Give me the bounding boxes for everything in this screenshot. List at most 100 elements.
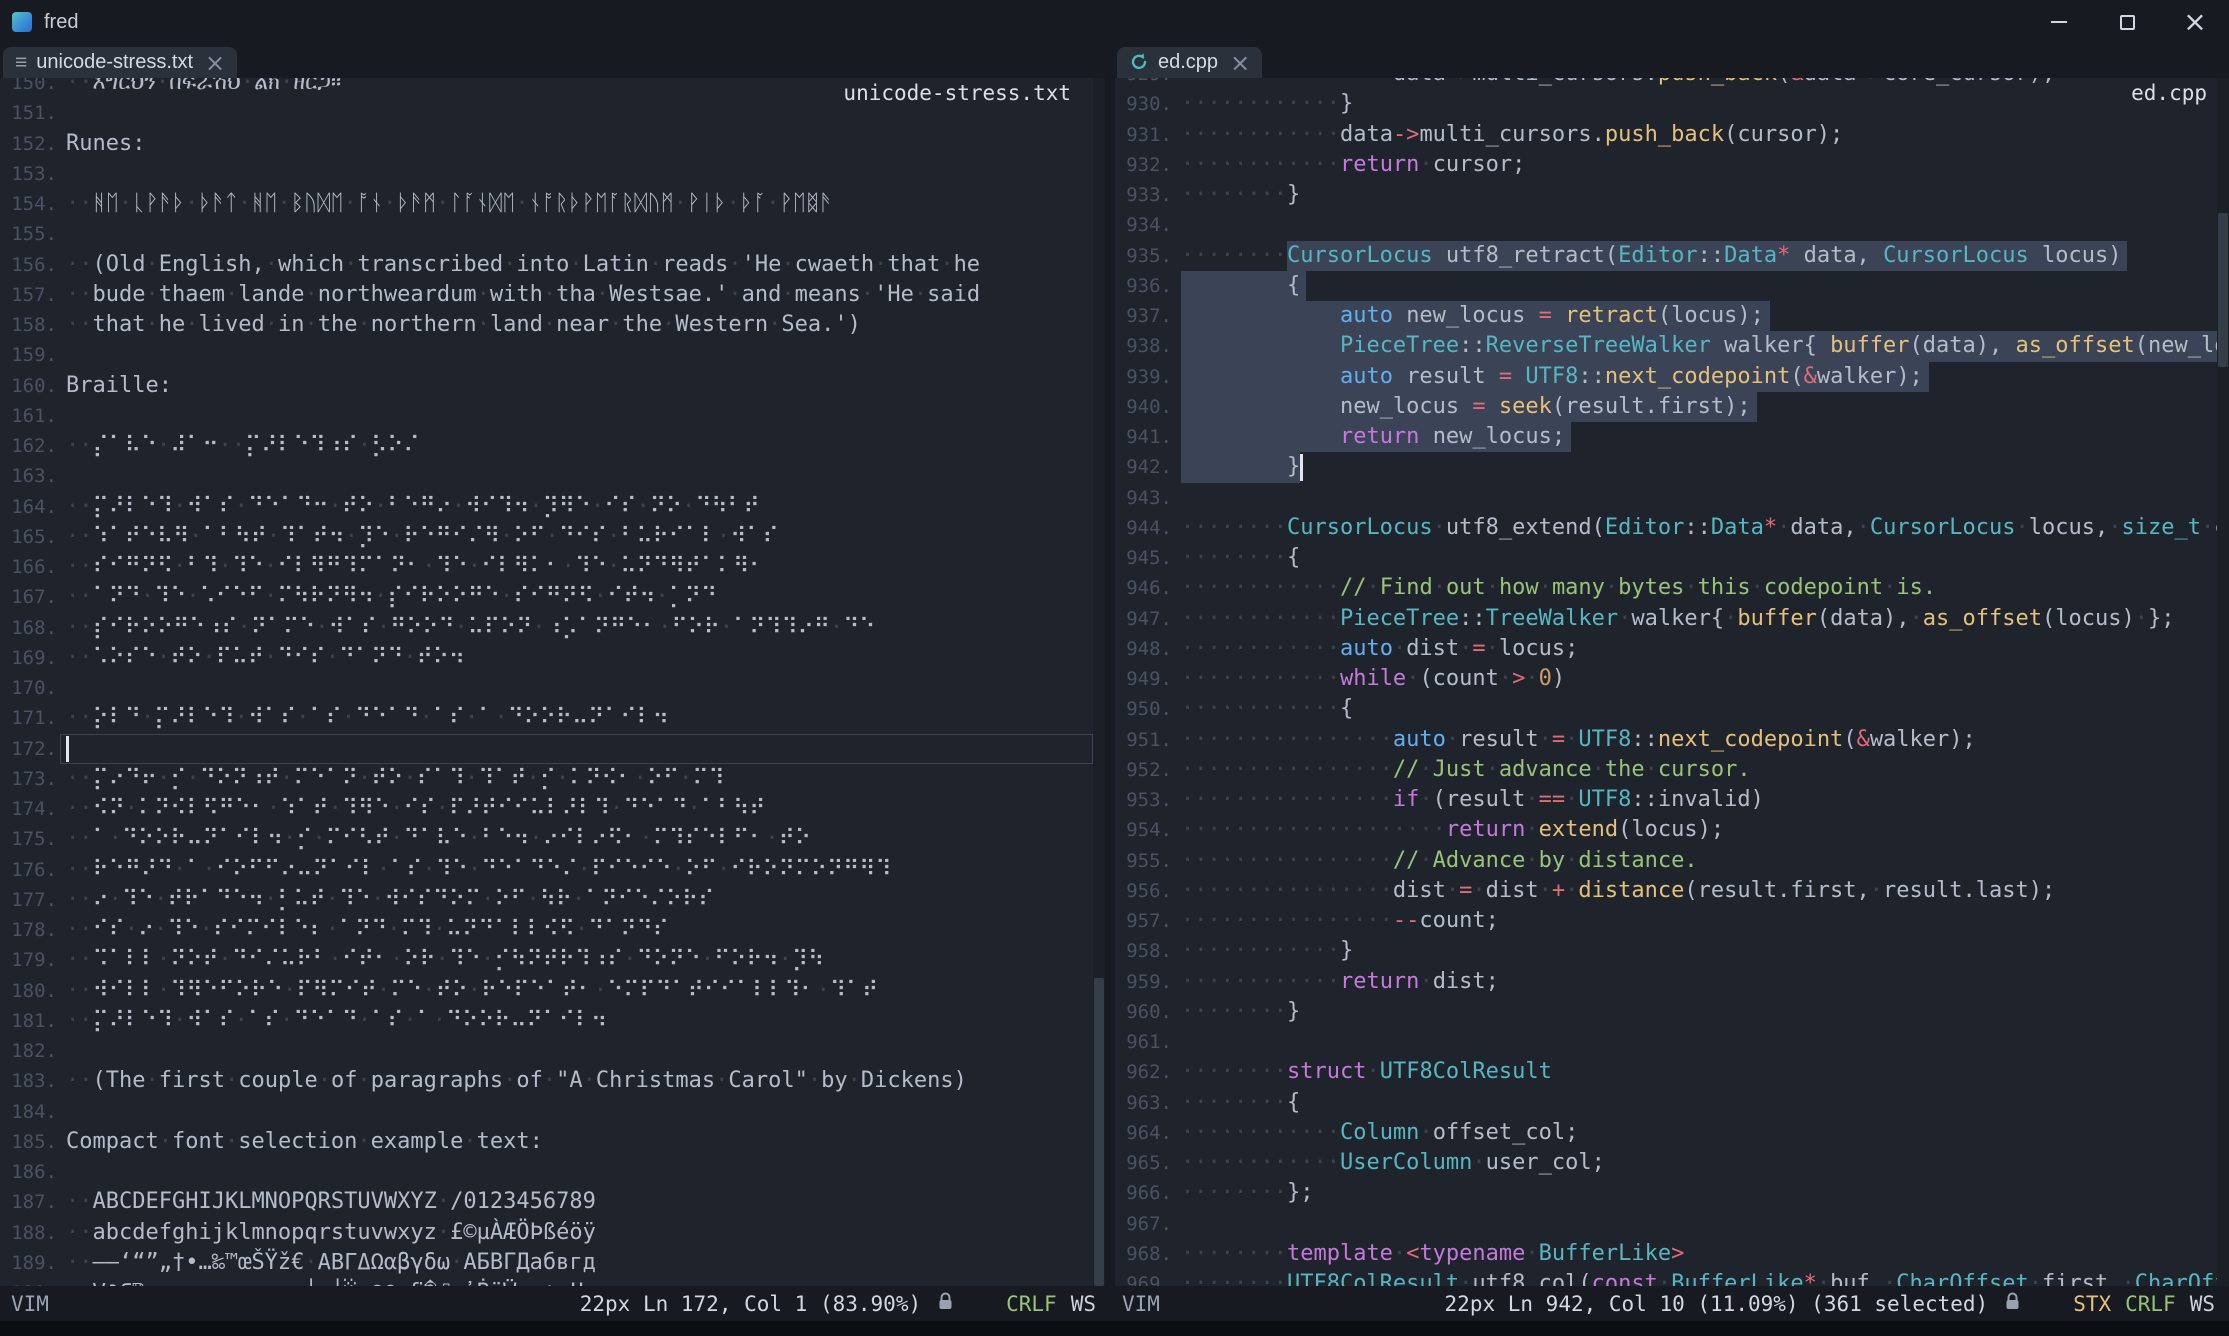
editor-line[interactable]: 152.Runes: [0, 129, 1105, 159]
tab-close-icon[interactable]: × [205, 51, 225, 75]
editor-line[interactable]: 942.········} [1115, 452, 2229, 482]
editor-line[interactable]: 188.··abcdefghijklmnopqrstuvwxyz·£©µÀÆÖÞ… [0, 1218, 1105, 1248]
editor-line[interactable]: 952.················//·Just·advance·the·… [1115, 755, 2229, 785]
editor-line[interactable]: 967. [1115, 1209, 2229, 1239]
editor-line[interactable]: 187.··ABCDEFGHIJKLMNOPQRSTUVWXYZ·/012345… [0, 1187, 1105, 1217]
editor-line[interactable]: 968.········template·<typename·BufferLik… [1115, 1239, 2229, 1269]
lock-icon[interactable] [2004, 1291, 2021, 1316]
editor-line[interactable]: 167.··⠁⠝⠙·⠹⠑·⠡⠊⠑⠋·⠍⠳⠗⠝⠻⠲·⡎⠊⠗⠕⠕⠛⠑·⠎⠊⠛⠝⠫·⠊… [0, 582, 1105, 612]
editor-line[interactable]: 161. [0, 401, 1105, 431]
minimize-button[interactable] [2025, 0, 2093, 44]
scrollbar-thumb[interactable] [1094, 978, 1104, 1286]
editor-line[interactable]: 963.········{ [1115, 1088, 2229, 1118]
editor-line[interactable]: 945.········{ [1115, 543, 2229, 573]
editor-line[interactable]: 960.········} [1115, 997, 2229, 1027]
scrollbar-thumb[interactable] [2218, 213, 2228, 367]
editor-line[interactable]: 189.··–—‘“”„†•…‰™œŠŸž€·ΑΒΓΔΩαβγδω·АБВГДа… [0, 1248, 1105, 1278]
scrollbar[interactable] [1093, 78, 1105, 1286]
eol-flag-crlf[interactable]: CRLF [2125, 1292, 2176, 1316]
editor-line[interactable]: 943. [1115, 483, 2229, 513]
editor-line[interactable]: 959.············return·dist; [1115, 967, 2229, 997]
lock-icon[interactable] [937, 1291, 954, 1316]
editor-line[interactable]: 169.··⠡⠕⠎⠑·⠞⠕·⠏⠥⠞·⠙⠊⠎·⠙⠁⠝⠙·⠞⠕⠲ [0, 643, 1105, 673]
editor-line[interactable]: 944.········CursorLocus·utf8_extend(Edit… [1115, 513, 2229, 543]
editor-line[interactable]: 939.············auto·result·=·UTF8::next… [1115, 362, 2229, 392]
tab-ed-cpp[interactable]: ed.cpp × [1117, 47, 1262, 78]
eol-flag-ws[interactable]: WS [1071, 1292, 1096, 1316]
editor-pane-left[interactable]: 150.··እግርህን·በፍራሽህ·ልክ·ዘርጋ።151.152.Runes:1… [0, 78, 1105, 1286]
editor-line[interactable]: 941.············return·new_locus; [1115, 422, 2229, 452]
editor-line[interactable]: 969.········UTF8ColResult·utf8_col(const… [1115, 1269, 2229, 1286]
editor-line[interactable]: 155. [0, 219, 1105, 249]
editor-line[interactable]: 174.··⠪⠝·⠅⠝⠪⠇⠫⠛⠑⠂·⠱⠁⠞·⠹⠻⠑·⠊⠎·⠏⠜⠞⠊⠊⠥⠇⠜⠇⠹·… [0, 794, 1105, 824]
tab-unicode-stress-txt[interactable]: ≡ unicode-stress.txt × [3, 47, 237, 78]
editor-line[interactable]: 180.··⠺⠊⠇⠇·⠹⠻⠑⠋⠕⠗⠑·⠏⠻⠍⠊⠞·⠍⠑·⠞⠕·⠗⠑⠏⠑⠁⠞⠂·⠑… [0, 976, 1105, 1006]
editor-line[interactable]: 157.··bude·thaem·lande·northweardum·with… [0, 280, 1105, 310]
editor-line[interactable]: 934. [1115, 210, 2229, 240]
editor-line[interactable]: 185.Compact·font·selection·example·text: [0, 1127, 1105, 1157]
editor-line[interactable]: 933.········} [1115, 180, 2229, 210]
editor-line[interactable]: 172. [0, 734, 1105, 764]
editor-line[interactable]: 938.············PieceTree::ReverseTreeWa… [1115, 331, 2229, 361]
editor-line[interactable]: 159. [0, 340, 1105, 370]
editor-line[interactable]: 184. [0, 1097, 1105, 1127]
titlebar[interactable]: fred × [0, 0, 2229, 44]
editor-line[interactable]: 955.················//·Advance·by·distan… [1115, 846, 2229, 876]
editor-line[interactable]: 937.············auto·new_locus·=·retract… [1115, 301, 2229, 331]
editor-line[interactable]: 961. [1115, 1027, 2229, 1057]
editor-line[interactable]: 935.········CursorLocus·utf8_retract(Edi… [1115, 241, 2229, 271]
editor-line[interactable]: 940.············new_locus·=·seek(result.… [1115, 392, 2229, 422]
editor-line[interactable]: 948.············auto·dist·=·locus; [1115, 634, 2229, 664]
editor-line[interactable]: 158.··that·he·lived·in·the·northern·land… [0, 310, 1105, 340]
editor-line[interactable]: 173.··⡍⠔⠙⠖·⡊·⠙⠕⠝⠰⠞·⠍⠑⠁⠝·⠞⠕·⠎⠁⠹·⠹⠁⠞·⡊·⠅⠝⠪… [0, 764, 1105, 794]
eol-flag-ws[interactable]: WS [2190, 1292, 2215, 1316]
editor-line[interactable]: 957.················--count; [1115, 906, 2229, 936]
editor-line[interactable]: 951.················auto·result·=·UTF8::… [1115, 725, 2229, 755]
editor-line[interactable]: 930.············} [1115, 89, 2229, 119]
editor-line[interactable]: 183.··(The·first·couple·of·paragraphs·of… [0, 1066, 1105, 1096]
maximize-button[interactable] [2093, 0, 2161, 44]
editor-line[interactable]: 936.········{ [1115, 271, 2229, 301]
pane-divider[interactable] [1105, 78, 1115, 1286]
editor-line[interactable]: 964.············Column·offset_col; [1115, 1118, 2229, 1148]
editor-line[interactable]: 163. [0, 461, 1105, 491]
editor-line[interactable]: 154.··ᚻᛖ·ᚳᚹᚫᚦ·ᚦᚫᛏ·ᚻᛖ·ᛒᚢᛞᛖ·ᚩᚾ·ᚦᚫᛗ·ᛚᚪᚾᛞᛖ·ᚾ… [0, 189, 1105, 219]
editor-line[interactable]: 966.········}; [1115, 1178, 2229, 1208]
tab-close-icon[interactable]: × [1230, 51, 1250, 75]
editor-line[interactable]: 949.············while·(count·>·0) [1115, 664, 2229, 694]
editor-line[interactable]: 186. [0, 1157, 1105, 1187]
editor-line[interactable]: 965.············UserColumn·user_col; [1115, 1148, 2229, 1178]
editor-line[interactable]: 177.··⠔·⠹⠑·⠞⠗⠁⠙⠑⠲·⡃⠥⠞·⠹⠑·⠺⠊⠎⠙⠕⠍·⠕⠋·⠳⠗·⠁⠝… [0, 885, 1105, 915]
editor-line[interactable]: 958.············} [1115, 936, 2229, 966]
editor-line[interactable]: 175.··⠁·⠙⠕⠕⠗⠤⠝⠁⠊⠇⠲·⡊·⠍⠊⠣⠞·⠙⠁⠧⠑·⠃⠑⠲·⠔⠊⠇⠔⠫… [0, 824, 1105, 854]
editor-line[interactable]: 931.············data->multi_cursors.push… [1115, 120, 2229, 150]
editor-line[interactable]: 181.··⡍⠜⠇⠑⠹·⠺⠁⠎·⠁⠎·⠙⠑⠁⠙·⠁⠎·⠁·⠙⠕⠕⠗⠤⠝⠁⠊⠇⠲ [0, 1006, 1105, 1036]
editor-line[interactable]: 950.············{ [1115, 694, 2229, 724]
close-button[interactable]: × [2161, 0, 2229, 44]
editor-line[interactable]: 176.··⠗⠑⠛⠜⠙·⠁·⠊⠕⠋⠋⠔⠤⠝⠁⠊⠇·⠁⠎·⠹⠑·⠙⠑⠁⠙⠑⠌·⠏⠊… [0, 855, 1105, 885]
editor-line[interactable]: 182. [0, 1036, 1105, 1066]
eol-flag-crlf[interactable]: CRLF [1006, 1292, 1057, 1316]
editor-line[interactable]: 954.····················return·extend(lo… [1115, 815, 2229, 845]
editor-pane-right[interactable]: 929.················data->multi_cursors.… [1115, 78, 2229, 1286]
editor-line[interactable]: 929.················data->multi_cursors.… [1115, 78, 2229, 89]
editor-line[interactable]: 946.············//·Find·out·how·many·byt… [1115, 573, 2229, 603]
editor-line[interactable]: 156.··(Old·English,·which·transcribed·in… [0, 250, 1105, 280]
editor-line[interactable]: 953.················if·(result·==·UTF8::… [1115, 785, 2229, 815]
editor-line[interactable]: 179.··⠩⠁⠇⠇·⠝⠕⠞·⠙⠊⠌⠥⠗⠃·⠊⠞⠂·⠕⠗·⠹⠑·⡊⠳⠝⠞⠗⠹⠰⠎… [0, 945, 1105, 975]
editor-line[interactable]: 190.··∀∂∈ℝ∧∪≡∞·↑↗↨↻⇣·┐┼╔╘░►☺♀·ﬁ�⑀₂ἠḂӥẄɐː… [0, 1278, 1105, 1286]
editor-line[interactable]: 166.··⠎⠊⠛⠝⠫·⠃⠹·⠹⠑·⠊⠇⠻⠛⠹⠍⠁⠝⠂·⠹⠑·⠊⠇⠻⠅⠂·⠹⠑·… [0, 552, 1105, 582]
editor-line[interactable]: 160.Braille: [0, 371, 1105, 401]
editor-line[interactable]: 962.········struct·UTF8ColResult [1115, 1057, 2229, 1087]
editor-line[interactable]: 165.··⠱⠁⠞⠑⠧⠻·⠁⠃⠳⠞·⠹⠁⠞⠲·⡹⠑·⠗⠑⠛⠊⠌⠻·⠕⠋·⠙⠊⠎·… [0, 522, 1105, 552]
editor-line[interactable]: 164.··⡍⠜⠇⠑⠹·⠺⠁⠎·⠙⠑⠁⠙⠒·⠞⠕·⠃⠑⠛⠔·⠺⠊⠹⠲·⡹⠻⠑·⠊… [0, 492, 1105, 522]
editor-line[interactable]: 178.··⠊⠎·⠔·⠹⠑·⠎⠊⠍⠊⠇⠑⠆·⠁⠝⠙·⠍⠹·⠥⠝⠙⠁⠇⠇⠪⠫·⠙⠁… [0, 915, 1105, 945]
editor-line[interactable]: 932.············return·cursor; [1115, 150, 2229, 180]
editor-line[interactable]: 947.············PieceTree::TreeWalker·wa… [1115, 604, 2229, 634]
editor-line[interactable]: 168.··⡎⠊⠗⠕⠕⠛⠑⠰⠎·⠝⠁⠍⠑·⠺⠁⠎·⠛⠕⠕⠙·⠥⠏⠕⠝·⠰⡡⠁⠝⠛… [0, 613, 1105, 643]
editor-line[interactable]: 956.················dist·=·dist·+·distan… [1115, 876, 2229, 906]
eol-flag-stx[interactable]: STX [2073, 1292, 2111, 1316]
editor-line[interactable]: 170. [0, 673, 1105, 703]
scrollbar[interactable] [2217, 78, 2229, 1286]
editor-line[interactable]: 153. [0, 159, 1105, 189]
